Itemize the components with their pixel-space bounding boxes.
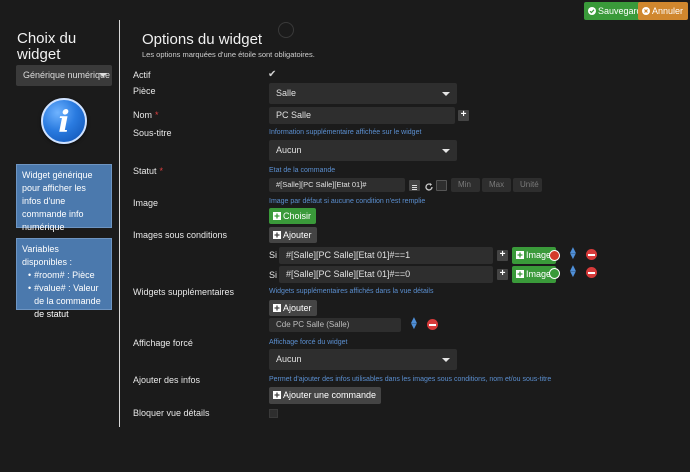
min-input[interactable]: Min <box>451 178 480 192</box>
page-title: Options du widget <box>142 31 263 48</box>
unit-input[interactable]: Unité <box>513 178 542 192</box>
check-circle-icon <box>588 3 596 15</box>
nom-value: PC Salle <box>276 110 312 120</box>
widget-description: Widget générique pour afficher les infos… <box>22 170 93 232</box>
choose-image-button[interactable]: Choisir <box>269 208 317 224</box>
bloquer-checkbox[interactable] <box>269 409 278 418</box>
sous-titre-select[interactable]: Aucun <box>269 140 457 161</box>
actif-checkbox[interactable]: ✔ <box>268 69 276 80</box>
statut-invert-checkbox[interactable] <box>436 180 447 191</box>
delete-icon[interactable] <box>586 249 597 260</box>
loading-indicator <box>278 22 294 38</box>
plus-icon <box>273 301 281 312</box>
sidebar-divider <box>119 20 120 427</box>
add-condition-button[interactable]: Ajouter <box>269 227 317 243</box>
page-subtitle: Les options marquées d'une étoile sont o… <box>142 50 315 59</box>
label-sous-titre: Sous-titre <box>133 128 172 138</box>
variable-item: • #room# : Pièce <box>28 270 95 280</box>
label-ajouter-infos: Ajouter des infos <box>133 375 201 385</box>
reorder-icon[interactable]: ▲ ▼ <box>568 264 578 280</box>
add-command-button[interactable]: Ajouter une commande <box>269 387 382 404</box>
plus-icon <box>516 248 524 259</box>
chevron-down-icon <box>99 73 107 77</box>
affichage-force-help: Affichage forcé du widget <box>269 339 348 346</box>
condition-add-button[interactable] <box>497 268 508 280</box>
statut-value: #[Salle][PC Salle][Etat 01]# <box>276 180 367 189</box>
statut-input[interactable]: #[Salle][PC Salle][Etat 01]# <box>269 178 405 192</box>
delete-icon[interactable] <box>586 267 597 278</box>
label-bloquer: Bloquer vue détails <box>133 408 210 418</box>
cancel-button-label: Annuler <box>652 6 684 16</box>
label-nom: Nom * <box>133 110 159 120</box>
widget-type-select[interactable]: Générique numérique <box>16 65 112 86</box>
condition-image-preview <box>549 268 560 279</box>
sidebar: Choix du widget Générique numérique i Wi… <box>0 0 120 472</box>
condition-add-button[interactable] <box>497 249 508 261</box>
list-icon[interactable] <box>409 180 420 191</box>
condition-image-preview <box>549 250 560 261</box>
widget-supp-item[interactable]: Cde PC Salle (Salle) <box>269 318 401 332</box>
variable-item: • #value# : Valeur de la commande de stat… <box>28 283 101 319</box>
refresh-icon[interactable] <box>424 179 434 191</box>
cancel-button[interactable]: Annuler <box>638 2 689 20</box>
close-circle-icon <box>642 3 650 15</box>
variables-box: Variables disponibles : • #room# : Pièce … <box>16 238 112 319</box>
reorder-icon[interactable]: ▲ ▼ <box>568 246 578 262</box>
condition-prefix: Si <box>269 270 278 280</box>
nom-input[interactable]: PC Salle <box>269 107 455 124</box>
plus-icon <box>273 228 281 239</box>
reorder-icon[interactable]: ▲ ▼ <box>409 316 419 332</box>
piece-select[interactable]: Salle <box>269 83 457 104</box>
max-input[interactable]: Max <box>482 178 511 192</box>
label-piece: Pièce <box>133 86 156 96</box>
delete-icon[interactable] <box>427 319 438 330</box>
condition-input[interactable]: #[Salle][PC Salle][Etat 01]#==0 <box>279 266 493 283</box>
statut-help: Etat de la commande <box>269 167 336 174</box>
label-image: Image <box>133 198 159 208</box>
add-widget-button[interactable]: Ajouter <box>269 300 317 316</box>
widgets-supp-help: Widgets supplémentaires affichés dans la… <box>269 288 434 295</box>
variables-title: Variables disponibles : <box>22 244 73 267</box>
image-help: Image par défaut si aucune condition n'e… <box>269 198 426 205</box>
plus-icon <box>273 209 281 220</box>
sidebar-title: Choix du widget <box>17 30 77 63</box>
label-affichage-force: Affichage forcé <box>133 338 193 348</box>
ajouter-infos-help: Permet d'ajouter des infos utilisables d… <box>269 376 552 383</box>
condition-prefix: Si <box>269 250 278 260</box>
nom-add-button[interactable] <box>458 109 469 121</box>
plus-icon <box>273 388 281 399</box>
label-widgets-supp: Widgets supplémentaires <box>133 287 235 297</box>
widget-description-box: Widget générique pour afficher les infos… <box>16 164 112 232</box>
label-images-conditions: Images sous conditions <box>133 230 228 240</box>
widget-type-value: Générique numérique <box>23 70 111 80</box>
affichage-force-select[interactable]: Aucun <box>269 349 457 370</box>
label-actif: Actif <box>133 70 151 80</box>
sous-titre-value: Aucun <box>276 145 302 155</box>
sous-titre-help: Information supplémentaire affichée sur … <box>269 129 422 136</box>
info-icon: i <box>41 98 87 144</box>
plus-icon <box>516 267 524 278</box>
piece-value: Salle <box>276 88 297 98</box>
condition-input[interactable]: #[Salle][PC Salle][Etat 01]#==1 <box>279 247 493 264</box>
label-statut: Statut * <box>133 166 164 176</box>
